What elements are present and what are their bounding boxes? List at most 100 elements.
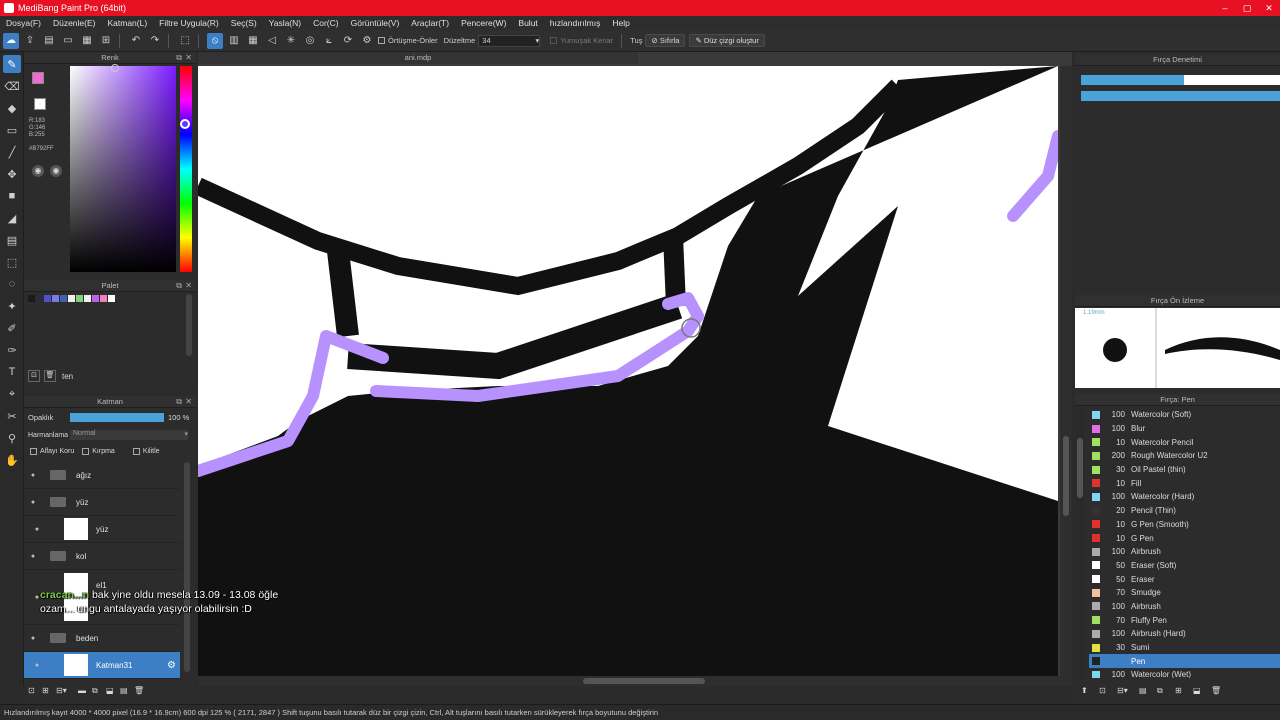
delete-layer-icon[interactable]: 🗑: [134, 686, 148, 696]
scrollbar-thumb[interactable]: [583, 678, 705, 684]
saturation-value-picker[interactable]: [70, 66, 176, 272]
lasso-tool-icon[interactable]: ◌: [3, 275, 21, 293]
overlap-toggle[interactable]: Örtüşme-Önler: [378, 36, 438, 45]
operation-tool-icon[interactable]: ⌖: [3, 385, 21, 403]
snap-circle-icon[interactable]: ◎: [302, 33, 318, 49]
menu-edit[interactable]: Düzenle(E): [47, 18, 102, 28]
background-color-swatch[interactable]: [34, 98, 46, 110]
visibility-icon[interactable]: ●: [24, 553, 42, 560]
fill-rect-tool-icon[interactable]: ■: [3, 187, 21, 205]
select-tool-icon[interactable]: ⬚: [3, 253, 21, 271]
merge-down-icon[interactable]: ⬓: [106, 686, 120, 696]
visibility-icon[interactable]: ●: [24, 472, 42, 479]
brush-settings-icon[interactable]: ▤: [1139, 686, 1157, 696]
minimize-button[interactable]: –: [1214, 0, 1236, 16]
palette-swatch[interactable]: [28, 295, 35, 302]
visibility-icon[interactable]: ●: [24, 499, 42, 506]
layer-property-icon[interactable]: ▤: [120, 686, 134, 696]
canvas-vertical-scrollbar[interactable]: [1060, 66, 1072, 686]
soft-edge-toggle[interactable]: Yumuşak Kenar: [550, 36, 613, 45]
scrollbar-thumb[interactable]: [1063, 436, 1069, 516]
layer-row[interactable]: ● yüz: [24, 516, 180, 543]
hue-slider-handle[interactable]: [180, 119, 190, 129]
eraser-tool-icon[interactable]: ⌫: [3, 77, 21, 95]
reset-button[interactable]: ⊘ Sıfırla: [645, 34, 686, 47]
overlap-checkbox[interactable]: [378, 37, 385, 44]
brush-item[interactable]: 70 Smudge: [1089, 586, 1280, 600]
gradient-tool-icon[interactable]: ▤: [3, 231, 21, 249]
line-tool-icon[interactable]: ╱: [3, 143, 21, 161]
layer-row[interactable]: ● ağız: [24, 462, 180, 489]
brush-item[interactable]: 100 Blur: [1089, 422, 1280, 436]
undo-icon[interactable]: ↶: [128, 33, 144, 49]
snap-curve-icon[interactable]: ⟀: [321, 33, 337, 49]
brush-list-scrollbar[interactable]: [1075, 408, 1085, 678]
new-8bit-layer-icon[interactable]: ⊟▾: [56, 686, 78, 696]
palette-scrollbar[interactable]: [186, 294, 192, 356]
palette-swatch[interactable]: [92, 295, 99, 302]
close-icon[interactable]: ✕: [185, 52, 192, 64]
new-brush-icon[interactable]: ⊡: [1099, 686, 1117, 696]
brush-item[interactable]: 30 Sumi: [1089, 641, 1280, 655]
palette-add-icon[interactable]: ⊡: [28, 370, 40, 382]
straight-line-button[interactable]: ✎ Düz çizgi oluştur: [689, 34, 765, 47]
blend-select[interactable]: Normal ▾: [70, 430, 188, 440]
brush-item[interactable]: 50 Eraser: [1089, 572, 1280, 586]
color-mode-icon[interactable]: ◉: [32, 165, 44, 177]
palette-swatch[interactable]: [68, 295, 75, 302]
palette-swatch[interactable]: [36, 295, 43, 302]
bucket-tool-icon[interactable]: ◢: [3, 209, 21, 227]
brush-type-icon[interactable]: ⊟▾: [1117, 686, 1139, 696]
layer-row[interactable]: ● kol: [24, 543, 180, 570]
alpha-lock-checkbox[interactable]: [30, 448, 37, 455]
redo-icon[interactable]: ↷: [147, 33, 163, 49]
lock-checkbox[interactable]: [132, 448, 140, 455]
color-history-icon[interactable]: ◉: [50, 165, 62, 177]
brush-cloud-icon[interactable]: ⊞: [1175, 686, 1193, 696]
brush-item[interactable]: 200 Rough Watercolor U2: [1089, 449, 1280, 463]
drawing-canvas[interactable]: [198, 66, 1058, 686]
snap-rotate-icon[interactable]: ⟳: [340, 33, 356, 49]
menu-view[interactable]: Görüntüle(V): [345, 18, 406, 28]
select-pen-tool-icon[interactable]: ✐: [3, 319, 21, 337]
layer-row[interactable]: ● yüz: [24, 489, 180, 516]
foreground-color-swatch[interactable]: [32, 72, 44, 84]
menu-timelapse[interactable]: hızlandırılmış: [544, 18, 607, 28]
palette-delete-icon[interactable]: 🗑: [44, 370, 56, 382]
grid-icon[interactable]: ⊞: [98, 33, 114, 49]
menu-help[interactable]: Help: [606, 18, 635, 28]
brush-item-selected[interactable]: Pen: [1089, 654, 1280, 669]
scrollbar-thumb[interactable]: [1077, 438, 1083, 498]
selection-icon[interactable]: ⬚: [177, 33, 193, 49]
close-button[interactable]: ✕: [1258, 0, 1280, 16]
upload-icon[interactable]: ⇪: [22, 33, 38, 49]
palette-swatch[interactable]: [60, 295, 67, 302]
move-tool-icon[interactable]: ✥: [3, 165, 21, 183]
select-eraser-tool-icon[interactable]: ✑: [3, 341, 21, 359]
brush-item[interactable]: 10 Fill: [1089, 476, 1280, 490]
hue-slider[interactable]: [180, 66, 192, 272]
snap-settings-icon[interactable]: ⚙: [359, 33, 375, 49]
new-layer-icon[interactable]: ⊡: [28, 686, 42, 696]
panel-options-icon[interactable]: ⧉: [176, 280, 182, 292]
brush-item[interactable]: 50 Eraser (Soft): [1089, 559, 1280, 573]
document-icon[interactable]: ▦: [79, 33, 95, 49]
menu-color[interactable]: Cor(C): [307, 18, 345, 28]
hand-tool-icon[interactable]: ✋: [3, 451, 21, 469]
correction-input[interactable]: 34 ▾: [478, 34, 541, 47]
magic-wand-tool-icon[interactable]: ✦: [3, 297, 21, 315]
palette-swatch[interactable]: [44, 295, 51, 302]
visibility-icon[interactable]: ●: [28, 662, 46, 669]
panel-options-icon[interactable]: ⧉: [176, 52, 182, 64]
layer-row-selected[interactable]: ● Katman31 ⚙: [24, 652, 180, 679]
dot-tool-icon[interactable]: ◆: [3, 99, 21, 117]
brush-item[interactable]: 10 G Pen: [1089, 531, 1280, 545]
snap-grid-icon[interactable]: ▦: [245, 33, 261, 49]
menu-filter[interactable]: Filtre Uygula(R): [153, 18, 225, 28]
delete-brush-icon[interactable]: 🗑: [1211, 686, 1229, 696]
snap-parallel-icon[interactable]: ▥: [226, 33, 242, 49]
brush-import-icon[interactable]: ⬓: [1193, 686, 1211, 696]
maximize-button[interactable]: ▢: [1236, 0, 1258, 16]
menu-tools[interactable]: Araçlar(T): [405, 18, 455, 28]
brush-item[interactable]: 100 Watercolor (Wet): [1089, 668, 1280, 678]
